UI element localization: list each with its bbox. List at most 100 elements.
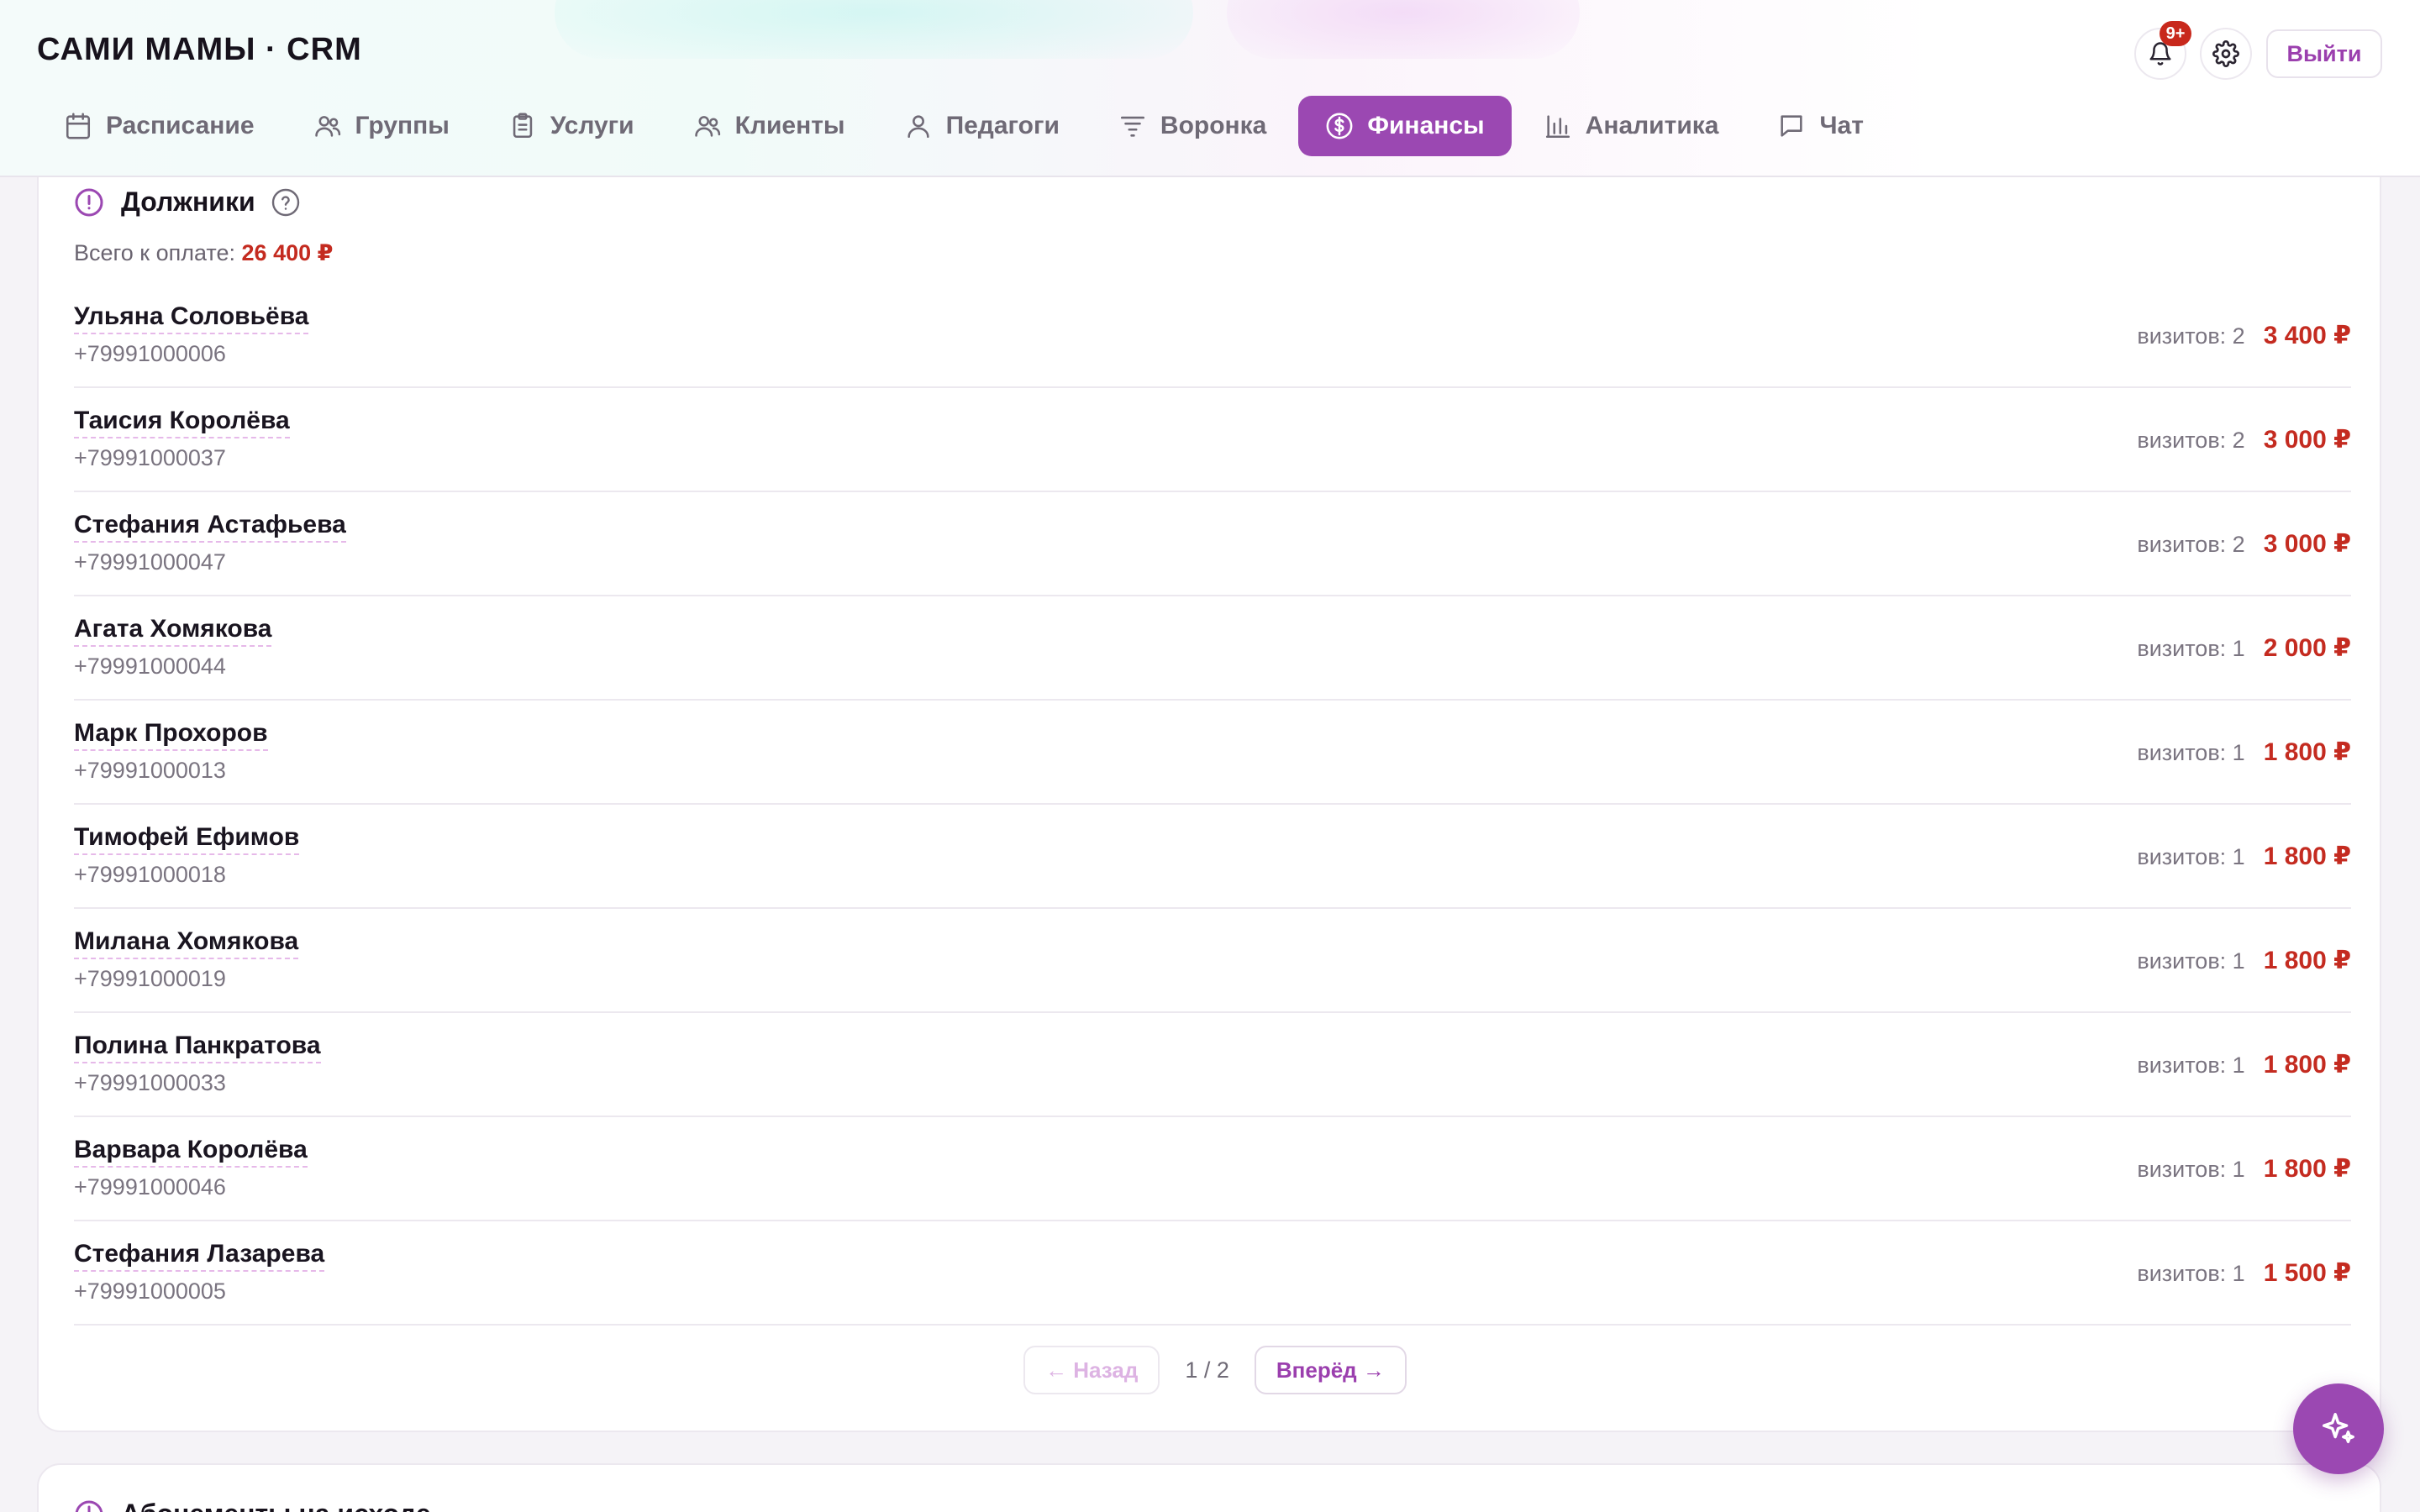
user-icon [907,115,929,139]
visits-count: визитов: 1 [2137,636,2245,661]
subscriptions-title: Абонементы на исходе [121,1499,431,1512]
visits-count: визитов: 1 [2137,1261,2245,1286]
pagination: ← Назад 1 / 2 Вперёд → [1023,1346,1407,1394]
subscriptions-header: Абонементы на исходе [74,1499,431,1512]
debt-amount: 2 000 ₽ [2263,634,2351,662]
list-item: Таисия Королёва +79991000037 визитов: 2 3… [74,388,2351,492]
main-nav: Расписание Группы Услуги Клиенты Педагог… [37,96,1896,156]
app-brand: САМИ МАМЫ · CRM [37,32,362,67]
clipboard-icon [513,113,533,139]
tab-chat[interactable]: Чат [1750,96,1890,156]
sparkles-icon [2323,1413,2354,1444]
dollar-circle-icon [1326,113,1353,139]
client-phone: +79991000019 [74,966,226,991]
next-page-button[interactable]: Вперёд → [1254,1346,1407,1394]
client-name-link[interactable]: Варвара Королёва [74,1136,308,1168]
debtors-card: Должники Всего к оплате: 26 400 ₽ Ульяна… [37,126,2381,1432]
client-name-link[interactable]: Таисия Королёва [74,407,290,438]
filter-icon [1120,116,1144,137]
debt-amount: 1 800 ₽ [2263,1051,2351,1079]
tab-schedule[interactable]: Расписание [37,96,281,156]
tab-finance[interactable]: Финансы [1298,96,1512,156]
tab-clients[interactable]: Клиенты [666,96,872,156]
alert-circle-icon [75,188,103,216]
debt-amount: 1 500 ₽ [2263,1259,2351,1287]
client-phone: +79991000005 [74,1278,226,1304]
debt-amount: 3 000 ₽ [2263,530,2351,558]
client-phone: +79991000013 [74,758,226,783]
client-phone: +79991000037 [74,445,226,470]
prev-page-button[interactable]: ← Назад [1023,1346,1160,1394]
list-item: Марк Прохоров +79991000013 визитов: 1 1 8… [74,701,2351,805]
gear-icon [2212,40,2239,67]
client-name-link[interactable]: Стефания Астафьева [74,511,346,543]
debt-amount: 1 800 ₽ [2263,947,2351,974]
tab-label: Педагоги [945,112,1060,139]
tab-label: Расписание [106,112,255,139]
visits-count: визитов: 1 [2137,1053,2245,1078]
client-name-link[interactable]: Марк Прохоров [74,719,268,751]
client-name-link[interactable]: Стефания Лазарева [74,1240,325,1272]
client-name-link[interactable]: Милана Хомякова [74,927,299,959]
list-item: Тимофей Ефимов +79991000018 визитов: 1 1 … [74,805,2351,909]
notifications-badge: 9+ [2160,21,2191,46]
tab-label: Воронка [1160,112,1267,139]
debtors-list: Ульяна Соловьёва +79991000006 визитов: 2… [74,284,2351,1326]
visits-count: визитов: 2 [2137,428,2245,453]
ai-assistant-button[interactable] [2293,1383,2384,1474]
help-icon[interactable] [271,187,301,218]
client-phone: +79991000018 [74,862,226,887]
bar-chart-icon [1545,115,1570,139]
header-decoration [555,0,1193,59]
client-phone: +79991000047 [74,549,226,575]
debt-amount: 3 400 ₽ [2263,322,2351,349]
top-header: САМИ МАМЫ · CRM 9+ Выйти Расписание Груп… [0,0,2420,177]
client-name-link[interactable]: Тимофей Ефимов [74,823,300,855]
tab-analytics[interactable]: Аналитика [1517,96,1746,156]
client-phone: +79991000044 [74,654,226,679]
debt-amount: 1 800 ₽ [2263,1155,2351,1183]
visits-count: визитов: 1 [2137,1157,2245,1182]
client-name-link[interactable]: Ульяна Соловьёва [74,302,309,334]
settings-button[interactable] [2200,28,2252,80]
client-phone: +79991000033 [74,1070,226,1095]
users-icon [314,116,340,137]
clock-icon [75,1500,103,1512]
header-decoration [1227,0,1580,59]
visits-count: визитов: 1 [2137,740,2245,765]
debtors-title: Должники [121,186,255,217]
tab-funnel[interactable]: Воронка [1092,96,1293,156]
list-item: Агата Хомякова +79991000044 визитов: 1 2 … [74,596,2351,701]
debtors-header: Должники [74,186,301,218]
total-label: Всего к оплате: [74,240,236,265]
logout-button[interactable]: Выйти [2266,29,2382,78]
page-indicator: 1 / 2 [1185,1357,1229,1383]
tab-label: Группы [355,112,450,139]
chat-icon [1781,115,1803,137]
list-item: Полина Панкратова +79991000033 визитов: … [74,1013,2351,1117]
subscriptions-card: Абонементы на исходе [37,1463,2381,1512]
tab-groups[interactable]: Группы [287,96,476,156]
users-icon [694,116,720,137]
debt-amount: 1 800 ₽ [2263,738,2351,766]
tab-label: Финансы [1367,112,1485,139]
total-value: 26 400 ₽ [241,240,334,265]
visits-count: визитов: 2 [2137,532,2245,557]
tab-label: Клиенты [734,112,845,139]
list-item: Варвара Королёва +79991000046 визитов: 1… [74,1117,2351,1221]
visits-count: визитов: 1 [2137,844,2245,869]
tab-services[interactable]: Услуги [481,96,661,156]
tab-label: Аналитика [1585,112,1719,139]
total-due: Всего к оплате: 26 400 ₽ [74,240,333,266]
calendar-icon [66,113,91,139]
client-name-link[interactable]: Полина Панкратова [74,1032,321,1063]
notifications-button[interactable]: 9+ [2134,21,2191,80]
visits-count: визитов: 1 [2137,948,2245,974]
client-name-link[interactable]: Агата Хомякова [74,615,272,647]
tab-label: Чат [1819,112,1864,139]
list-item: Стефания Лазарева +79991000005 визитов: … [74,1221,2351,1326]
client-phone: +79991000046 [74,1174,226,1200]
tab-teachers[interactable]: Педагоги [877,96,1086,156]
debt-amount: 3 000 ₽ [2263,426,2351,454]
list-item: Ульяна Соловьёва +79991000006 визитов: 2… [74,284,2351,388]
